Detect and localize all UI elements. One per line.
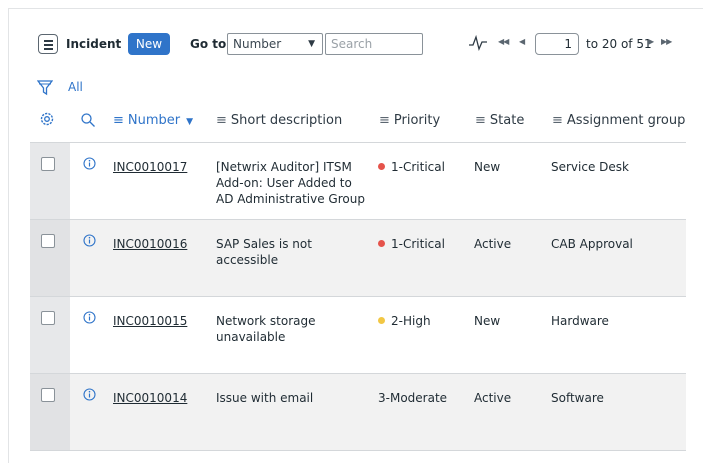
menu-line [44, 44, 53, 46]
state-cell: New [474, 314, 501, 328]
column-label: Number [127, 113, 181, 128]
state-cell: Active [474, 391, 512, 405]
column-header-priority[interactable]: ≡ Priority [379, 113, 440, 128]
row-selector-column [30, 143, 70, 219]
first-page-icon[interactable]: ◀◀ [498, 37, 509, 46]
priority-cell: 1-Critical [378, 159, 445, 175]
short-description: [Netwrix Auditor] ITSM Add-on: User Adde… [216, 160, 365, 206]
priority-cell: 1-Critical [378, 236, 445, 252]
priority-dot [378, 163, 385, 170]
priority-cell: 2-High [378, 313, 431, 329]
column-menu-icon[interactable]: ≡ [552, 113, 563, 128]
row-checkbox[interactable] [41, 157, 55, 171]
info-icon[interactable] [83, 157, 96, 170]
incident-number-link[interactable]: INC0010014 [113, 390, 187, 406]
priority-text: 1-Critical [391, 160, 445, 174]
assignment-group-cell: Service Desk [551, 160, 629, 174]
column-header-short-description[interactable]: ≡ Short description [216, 113, 342, 128]
search-input[interactable]: Search [325, 33, 423, 55]
column-label: Short description [230, 113, 343, 128]
column-menu-icon[interactable]: ≡ [475, 113, 486, 128]
activity-pulse-icon[interactable] [468, 34, 488, 52]
incident-number-link[interactable]: INC0010015 [113, 313, 187, 329]
next-page-icon[interactable]: ▶ [648, 37, 654, 46]
short-description: Network storage unavailable [216, 314, 316, 344]
prev-page-icon[interactable]: ◀ [519, 37, 525, 46]
info-icon[interactable] [83, 234, 96, 247]
goto-label: Go to [190, 37, 227, 51]
search-icon[interactable] [80, 112, 96, 128]
column-label: Assignment group [566, 113, 686, 128]
filter-breadcrumb-all[interactable]: All [68, 80, 83, 94]
priority-text: 3-Moderate [378, 391, 448, 405]
page-range-text: to 20 of 51 [586, 37, 652, 51]
goto-field-value: Number [233, 37, 282, 51]
gear-icon[interactable] [38, 110, 56, 128]
list-menu-button[interactable] [38, 34, 58, 54]
row-checkbox[interactable] [41, 311, 55, 325]
row-checkbox[interactable] [41, 388, 55, 402]
search-placeholder: Search [331, 37, 373, 51]
row-selector-column [30, 220, 70, 296]
column-label: State [489, 113, 525, 128]
goto-field-select[interactable]: Number ▼ [227, 33, 323, 55]
assignment-group-cell: Hardware [551, 314, 609, 328]
info-icon[interactable] [83, 388, 96, 401]
priority-text: 2-High [391, 314, 431, 328]
column-menu-icon[interactable]: ≡ [113, 113, 124, 128]
short-description: Issue with email [216, 391, 314, 405]
table-row[interactable]: INC0010014 Issue with email 3-Moderate A… [30, 374, 686, 451]
row-checkbox[interactable] [41, 234, 55, 248]
new-button[interactable]: New [128, 33, 170, 55]
assignment-group-cell: CAB Approval [551, 237, 633, 251]
priority-dot [378, 317, 385, 324]
column-menu-icon[interactable]: ≡ [216, 113, 227, 128]
priority-text: 1-Critical [391, 237, 445, 251]
column-header-state[interactable]: ≡ State [475, 113, 524, 128]
filter-icon[interactable] [37, 79, 53, 97]
last-page-icon[interactable]: ▶▶ [661, 37, 672, 46]
state-cell: New [474, 160, 501, 174]
short-description: SAP Sales is not accessible [216, 237, 312, 267]
incident-number-link[interactable]: INC0010016 [113, 236, 187, 252]
menu-line [44, 40, 53, 42]
table-row[interactable]: INC0010016 SAP Sales is not accessible 1… [30, 220, 686, 297]
column-label: Priority [393, 113, 441, 128]
dropdown-caret-icon: ▼ [308, 39, 315, 49]
row-selector-column [30, 374, 70, 450]
table-row[interactable]: INC0010017 [Netwrix Auditor] ITSM Add-on… [30, 143, 686, 220]
column-header-assignment-group[interactable]: ≡ Assignment group [552, 113, 685, 128]
info-icon[interactable] [83, 311, 96, 324]
state-cell: Active [474, 237, 512, 251]
column-menu-icon[interactable]: ≡ [379, 113, 390, 128]
priority-cell: 3-Moderate [378, 390, 447, 406]
list-toolbar: Incident New Go to Number ▼ Search ◀◀ ◀ … [28, 32, 688, 56]
incident-number-link[interactable]: INC0010017 [113, 159, 187, 175]
page-number-input[interactable]: 1 [535, 33, 579, 55]
column-header-number[interactable]: ≡ Number ▼ [113, 113, 193, 128]
list-title: Incident [66, 37, 122, 51]
sort-descending-icon[interactable]: ▼ [186, 117, 193, 127]
row-selector-column [30, 297, 70, 373]
assignment-group-cell: Software [551, 391, 604, 405]
priority-dot [378, 240, 385, 247]
table-row[interactable]: INC0010015 Network storage unavailable 2… [30, 297, 686, 374]
menu-line [44, 48, 53, 50]
